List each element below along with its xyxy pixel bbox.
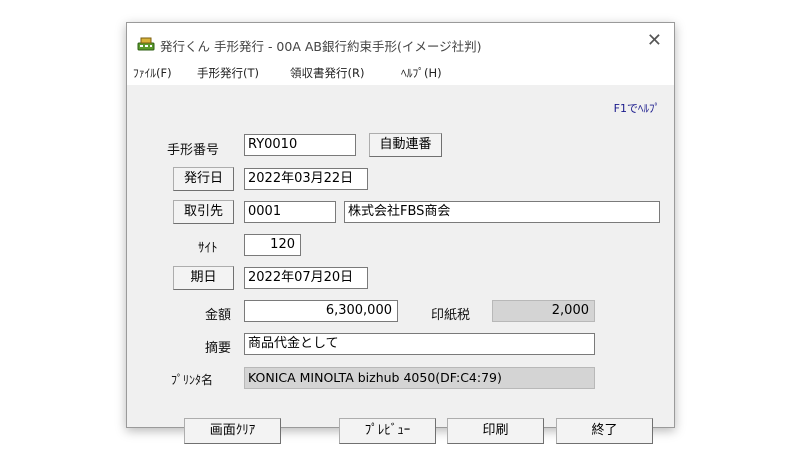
menu-tegata-hakko[interactable]: 手形発行(T) [197, 65, 259, 81]
partner-code-input[interactable]: 0001 [244, 201, 336, 223]
site-input[interactable]: 120 [244, 234, 301, 256]
clear-screen-button[interactable]: 画面ｸﾘｱ [184, 418, 281, 444]
app-cash-register-icon [137, 36, 155, 51]
printer-label: ﾌﾟﾘﾝﾀ名 [171, 373, 214, 387]
stamp-tax-value: 2,000 [492, 300, 595, 322]
due-date-input[interactable]: 2022年07月20日 [244, 267, 368, 289]
help-hint: F1でﾍﾙﾌﾟ [613, 102, 660, 115]
app-window: 発行くん 手形発行 - 00A AB銀行約束手形(イメージ社判) ✕ ﾌｧｲﾙ(… [126, 22, 675, 444]
site-label: ｻｲﾄ [198, 241, 218, 256]
tegata-no-label: 手形番号 [167, 143, 220, 158]
memo-label: 摘要 [205, 341, 232, 356]
menu-help[interactable]: ﾍﾙﾌﾟ(H) [401, 65, 442, 81]
issue-date-button[interactable]: 発行日 [173, 167, 234, 191]
due-date-button[interactable]: 期日 [173, 266, 234, 290]
menu-bar: ﾌｧｲﾙ(F) 手形発行(T) 領収書発行(R) ﾍﾙﾌﾟ(H) [127, 61, 674, 83]
title-bar[interactable]: 発行くん 手形発行 - 00A AB銀行約束手形(イメージ社判) ✕ [127, 23, 674, 61]
memo-input[interactable]: 商品代金として [244, 333, 595, 355]
amount-label: 金額 [205, 308, 232, 323]
stamp-tax-label: 印紙税 [431, 308, 471, 323]
amount-input[interactable]: 6,300,000 [244, 300, 398, 322]
print-button[interactable]: 印刷 [447, 418, 544, 444]
preview-button[interactable]: ﾌﾟﾚﾋﾞｭｰ [339, 418, 436, 444]
partner-name-input[interactable]: 株式会社FBS商会 [344, 201, 660, 223]
exit-button[interactable]: 終了 [556, 418, 653, 444]
tegata-no-input[interactable]: RY0010 [244, 134, 356, 156]
menu-file[interactable]: ﾌｧｲﾙ(F) [133, 65, 172, 81]
window-title: 発行くん 手形発行 - 00A AB銀行約束手形(イメージ社判) [160, 39, 482, 54]
printer-name-value: KONICA MINOLTA bizhub 4050(DF:C4:79) [244, 367, 595, 389]
partner-button[interactable]: 取引先 [173, 200, 234, 224]
auto-number-button[interactable]: 自動連番 [369, 133, 442, 157]
close-icon[interactable]: ✕ [647, 32, 662, 50]
form-panel: F1でﾍﾙﾌﾟ 手形番号 RY0010 自動連番 発行日 2022年03月22日… [127, 85, 674, 444]
menu-ryoshusho-hakko[interactable]: 領収書発行(R) [290, 65, 364, 81]
issue-date-input[interactable]: 2022年03月22日 [244, 168, 368, 190]
